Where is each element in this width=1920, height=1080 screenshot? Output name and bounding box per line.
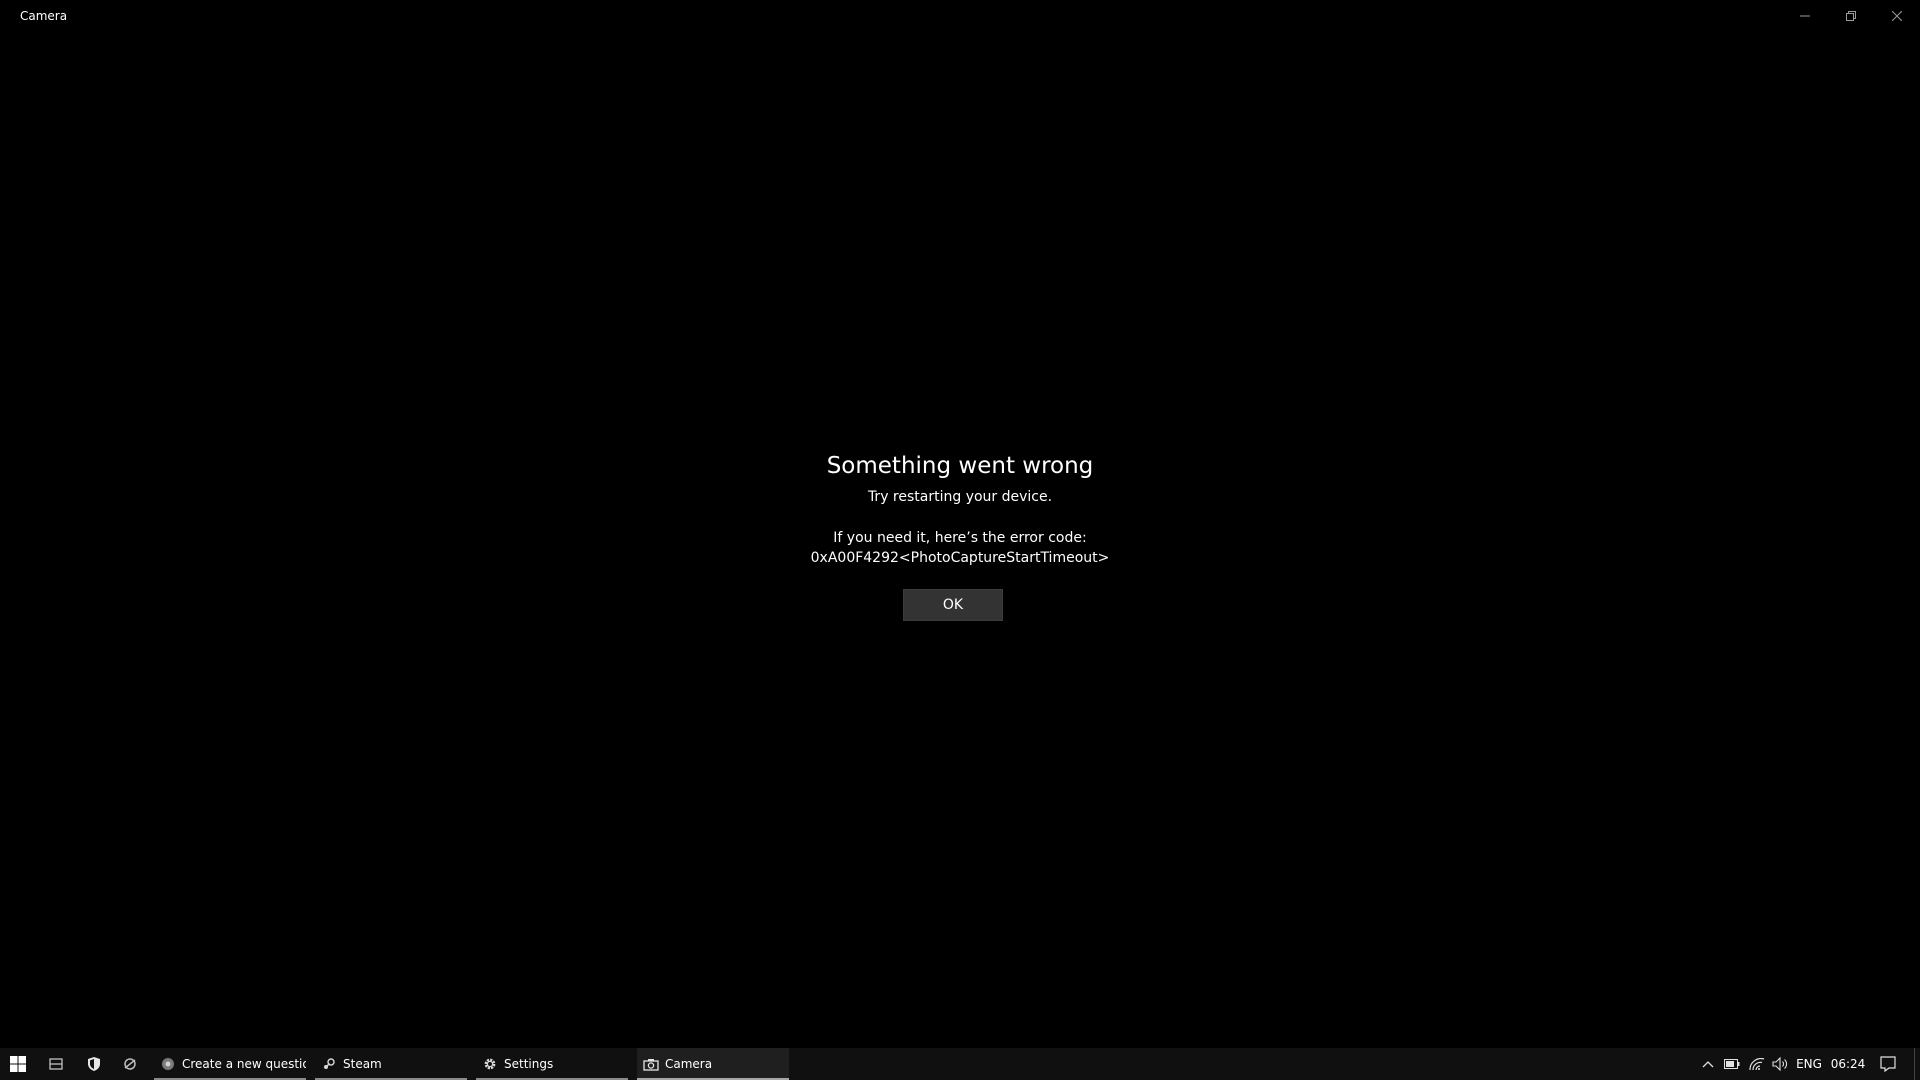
error-title: Something went wrong bbox=[826, 453, 1094, 479]
window-title: Camera bbox=[20, 9, 68, 23]
clock[interactable]: 06:24 bbox=[1828, 1048, 1868, 1080]
start-button[interactable] bbox=[0, 1048, 36, 1080]
chevron-up-icon bbox=[1702, 1061, 1714, 1068]
action-center-button[interactable] bbox=[1872, 1048, 1904, 1080]
network-button[interactable] bbox=[1745, 1048, 1769, 1080]
task-view-button[interactable] bbox=[40, 1048, 72, 1080]
show-hidden-icons-button[interactable] bbox=[1696, 1048, 1720, 1080]
error-subtitle: Try restarting your device. bbox=[867, 489, 1053, 505]
restore-icon bbox=[1846, 11, 1856, 21]
taskbar-app-label: Camera bbox=[665, 1057, 713, 1071]
volume-button[interactable] bbox=[1768, 1048, 1792, 1080]
taskbar-app-browser[interactable]: Create a new questio... bbox=[154, 1048, 306, 1080]
close-icon bbox=[1892, 11, 1902, 21]
camera-icon bbox=[643, 1056, 659, 1072]
speaker-icon bbox=[1772, 1057, 1787, 1071]
browser-icon bbox=[160, 1056, 176, 1072]
error-code: 0xA00F4292<PhotoCaptureStartTimeout> bbox=[810, 550, 1110, 566]
error-code-label: If you need it, here’s the error code: bbox=[833, 530, 1087, 546]
input-language[interactable]: ENG bbox=[1795, 1048, 1823, 1080]
taskbar-app-settings[interactable]: Settings bbox=[476, 1048, 628, 1080]
restore-button[interactable] bbox=[1828, 0, 1874, 32]
windows-start-icon bbox=[10, 1056, 26, 1072]
taskbar-app-label: Settings bbox=[504, 1057, 554, 1071]
taskbar-app-steam[interactable]: Steam bbox=[315, 1048, 467, 1080]
pinned-app-button[interactable] bbox=[114, 1048, 146, 1080]
app-icon bbox=[124, 1058, 136, 1070]
minimize-icon bbox=[1800, 15, 1810, 17]
battery-button[interactable] bbox=[1720, 1048, 1744, 1080]
taskbar-app-label: Create a new questio... bbox=[182, 1057, 306, 1071]
security-shield-icon bbox=[88, 1057, 100, 1071]
steam-icon bbox=[321, 1056, 337, 1072]
show-desktop-button[interactable] bbox=[1914, 1048, 1920, 1080]
title-bar: Camera bbox=[0, 0, 1920, 32]
wifi-icon bbox=[1749, 1058, 1765, 1070]
battery-icon bbox=[1724, 1059, 1740, 1069]
taskbar-app-label: Steam bbox=[343, 1057, 382, 1071]
error-panel: Something went wrong Try restarting your… bbox=[760, 450, 1160, 568]
close-button[interactable] bbox=[1874, 0, 1920, 32]
ok-button[interactable]: OK bbox=[903, 589, 1003, 621]
security-button[interactable] bbox=[78, 1048, 110, 1080]
task-view-icon bbox=[49, 1058, 63, 1070]
gear-icon bbox=[482, 1056, 498, 1072]
taskbar: Create a new questio... Steam Settings bbox=[0, 1048, 1920, 1080]
notification-icon bbox=[1880, 1056, 1896, 1072]
taskbar-app-camera[interactable]: Camera bbox=[637, 1048, 789, 1080]
minimize-button[interactable] bbox=[1782, 0, 1828, 32]
